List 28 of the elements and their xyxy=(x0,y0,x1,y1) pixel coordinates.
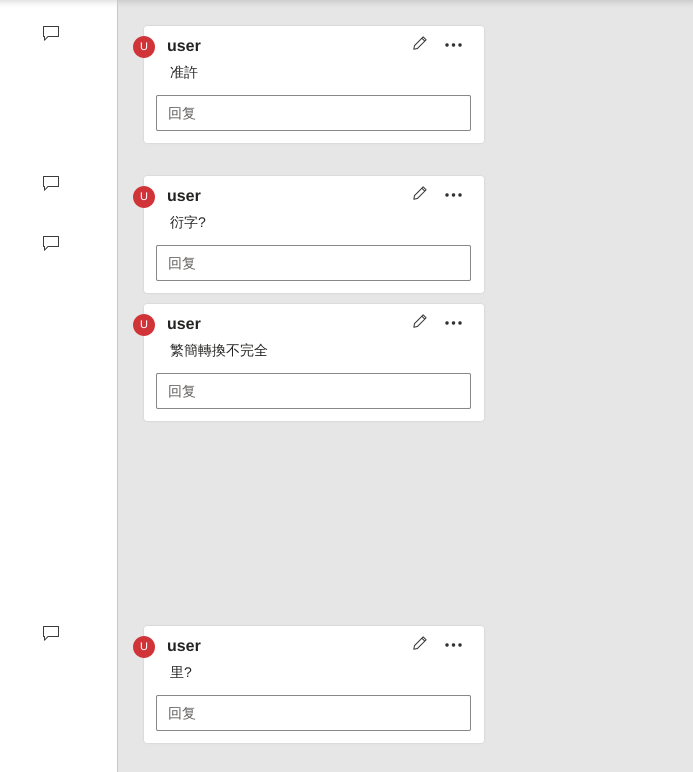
comment-text: 繁簡轉換不完全 xyxy=(170,341,269,360)
author-name: user xyxy=(167,188,202,206)
speech-bubble-icon[interactable] xyxy=(43,26,59,41)
reply-field[interactable]: 回复 xyxy=(156,373,471,409)
speech-bubble-icon[interactable] xyxy=(43,236,59,251)
reply-field[interactable]: 回复 xyxy=(156,95,471,131)
avatar: U xyxy=(133,186,155,208)
author-name: user xyxy=(167,316,202,334)
speech-bubble-icon[interactable] xyxy=(43,176,59,191)
reply-field[interactable]: 回复 xyxy=(156,695,471,731)
author-name: user xyxy=(167,38,202,56)
ellipsis-icon xyxy=(444,192,462,196)
pencil-icon xyxy=(413,636,427,650)
pencil-icon xyxy=(413,36,427,50)
avatar: U xyxy=(133,636,155,658)
author-name: user xyxy=(167,638,202,656)
comment-text: 准許 xyxy=(170,63,199,82)
speech-bubble-icon[interactable] xyxy=(43,626,59,641)
pencil-icon xyxy=(413,186,427,200)
ellipsis-icon xyxy=(444,320,462,324)
comment-text: 衍字? xyxy=(170,213,207,232)
comment-text: 里? xyxy=(170,663,193,682)
reply-field[interactable]: 回复 xyxy=(156,245,471,281)
avatar: U xyxy=(133,314,155,336)
pencil-icon xyxy=(413,314,427,328)
ellipsis-icon xyxy=(444,642,462,646)
avatar: U xyxy=(133,36,155,58)
ellipsis-icon xyxy=(444,42,462,46)
